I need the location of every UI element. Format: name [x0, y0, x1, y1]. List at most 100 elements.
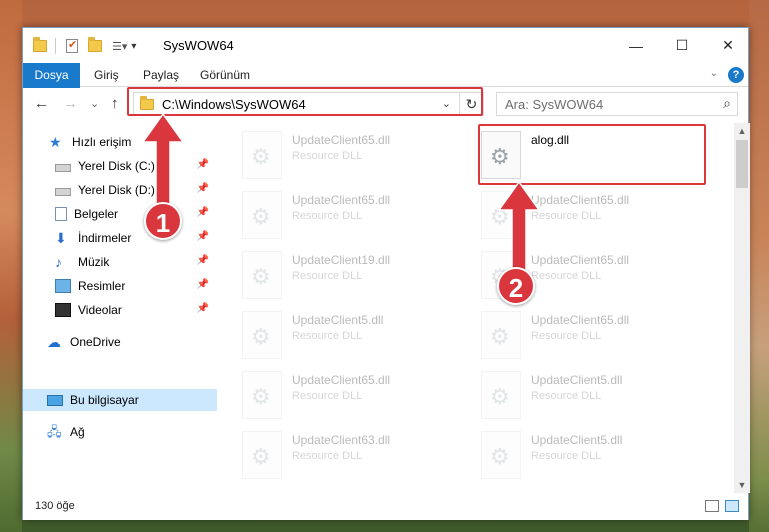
file-type: Resource DLL [292, 210, 363, 222]
sidebar-item-label: İndirmeler [78, 231, 132, 245]
sidebar-item-label: OneDrive [70, 335, 121, 349]
file-type: Resource DLL [292, 330, 363, 342]
drive-icon [55, 163, 71, 172]
large-icons-view-icon[interactable] [725, 500, 739, 512]
sidebar-item-label: Videolar [78, 303, 122, 317]
sidebar-item-onedrive[interactable]: ☁ OneDrive [23, 331, 217, 353]
window-title: SysWOW64 [163, 38, 234, 53]
pin-icon: 📌 [196, 207, 209, 218]
list-item[interactable]: UpdateClient65.dll Resource DLL [242, 131, 482, 187]
list-item[interactable]: UpdateClient19.dll Resource DLL [242, 251, 482, 307]
desktop-background-right [749, 0, 769, 532]
file-name: UpdateClient19.dll [292, 253, 391, 267]
quick-access-toolbar: ☰▾ ▾ [33, 37, 136, 55]
sidebar-item-label: Bu bilgisayar [70, 393, 139, 407]
file-name: UpdateClient63.dll [292, 433, 391, 447]
new-folder-icon[interactable] [88, 37, 102, 52]
list-item[interactable]: UpdateClient65.dll Resource DLL [242, 371, 482, 427]
file-name: UpdateClient65.dll [531, 193, 630, 207]
dll-file-icon [242, 191, 282, 239]
search-placeholder: Ara: SysWOW64 [505, 97, 604, 112]
toolbar-dropdown-icon[interactable]: ▾ [131, 41, 136, 52]
sidebar-item-label: Hızlı erişim [72, 135, 132, 149]
file-type: Resource DLL [531, 450, 602, 462]
dll-file-icon [242, 311, 282, 359]
help-icon[interactable]: ? [728, 67, 744, 83]
tab-share[interactable]: Paylaş [143, 63, 179, 87]
expand-ribbon-icon[interactable]: ⌄ [710, 68, 718, 79]
file-name: UpdateClient5.dll [531, 433, 623, 447]
folder-icon [33, 37, 47, 52]
file-name: UpdateClient5.dll [292, 313, 384, 327]
list-item[interactable]: UpdateClient65.dll Resource DLL [481, 311, 721, 367]
file-name: UpdateClient65.dll [292, 373, 391, 387]
sidebar-item-label: Ağ [70, 425, 85, 439]
videos-icon [55, 303, 71, 317]
star-icon: ★ [49, 134, 62, 150]
dll-file-icon [481, 311, 521, 359]
list-item[interactable]: UpdateClient63.dll Resource DLL [242, 431, 482, 487]
list-item[interactable]: UpdateClient5.dll Resource DLL [481, 431, 721, 487]
list-item[interactable]: UpdateClient5.dll Resource DLL [242, 311, 482, 367]
scroll-down-icon[interactable]: ▼ [734, 477, 750, 493]
tab-view[interactable]: Görünüm [200, 63, 250, 87]
sidebar-item-downloads[interactable]: ⬇ İndirmeler 📌 [23, 227, 217, 249]
sidebar-item-this-pc[interactable]: Bu bilgisayar [23, 389, 217, 411]
downloads-icon: ⬇ [55, 230, 67, 246]
forward-icon[interactable]: → [63, 95, 78, 112]
item-count: 130 öğe [35, 500, 75, 512]
details-view-icon[interactable] [705, 500, 719, 512]
file-type: Resource DLL [292, 270, 363, 282]
dll-file-icon [242, 251, 282, 299]
computer-icon [47, 394, 63, 406]
maximize-button[interactable]: ☐ [659, 28, 705, 63]
pictures-icon [55, 279, 71, 293]
dll-file-icon [481, 431, 521, 479]
close-button[interactable]: ✕ [705, 28, 751, 63]
file-type: Resource DLL [531, 330, 602, 342]
file-type: Resource DLL [531, 390, 602, 402]
step-badge-1: 1 [144, 202, 182, 240]
file-name: UpdateClient65.dll [292, 193, 391, 207]
sidebar-item-pictures[interactable]: Resimler 📌 [23, 275, 217, 297]
dll-file-icon [242, 131, 282, 179]
list-item[interactable]: UpdateClient5.dll Resource DLL [481, 371, 721, 427]
back-icon[interactable]: ← [34, 95, 49, 112]
sidebar-item-videos[interactable]: Videolar 📌 [23, 299, 217, 321]
file-name: UpdateClient65.dll [531, 253, 630, 267]
dll-file-icon [242, 371, 282, 419]
recent-locations-icon[interactable]: ⌄ [90, 97, 99, 110]
sidebar-item-music[interactable]: ♪ Müzik 📌 [23, 251, 217, 273]
dll-file-icon [481, 371, 521, 419]
drive-icon [55, 187, 71, 196]
minimize-button[interactable]: — [613, 28, 659, 63]
step-badge-2: 2 [497, 267, 535, 305]
sidebar-item-label: Belgeler [74, 207, 119, 221]
scroll-up-icon[interactable]: ▲ [734, 123, 750, 139]
dll-file-icon [242, 431, 282, 479]
status-bar: 130 öğe [23, 494, 748, 520]
title-bar: ☰▾ ▾ SysWOW64 — ☐ ✕ [23, 28, 748, 63]
tab-home[interactable]: Giriş [94, 63, 119, 87]
customize-toolbar-icon[interactable]: ☰▾ [112, 40, 127, 53]
search-icon[interactable]: ⌕ [723, 95, 731, 112]
sidebar-item-label: Müzik [78, 255, 110, 269]
vertical-scrollbar[interactable]: ▲ ▼ [734, 123, 750, 493]
desktop-background-left [0, 0, 22, 532]
file-type: Resource DLL [292, 390, 363, 402]
pin-icon: 📌 [196, 231, 209, 242]
list-item[interactable]: UpdateClient65.dll Resource DLL [242, 191, 482, 247]
scrollbar-thumb[interactable] [736, 140, 748, 188]
documents-icon [55, 207, 67, 221]
file-name: UpdateClient65.dll [292, 133, 391, 147]
properties-icon[interactable] [66, 38, 78, 53]
file-highlight-box [478, 124, 706, 185]
sidebar-item-label: Resimler [78, 279, 126, 293]
sidebar-item-network[interactable]: 🖧 Ağ [23, 421, 217, 443]
pin-icon: 📌 [196, 279, 209, 290]
up-icon[interactable]: ↑ [111, 95, 119, 112]
file-name: UpdateClient65.dll [531, 313, 630, 327]
pin-icon: 📌 [196, 159, 209, 170]
search-box[interactable]: Ara: SysWOW64 ⌕ [496, 92, 738, 116]
ribbon-tabs: Dosya Giriş Paylaş Görünüm ⌄ ? [23, 63, 748, 119]
